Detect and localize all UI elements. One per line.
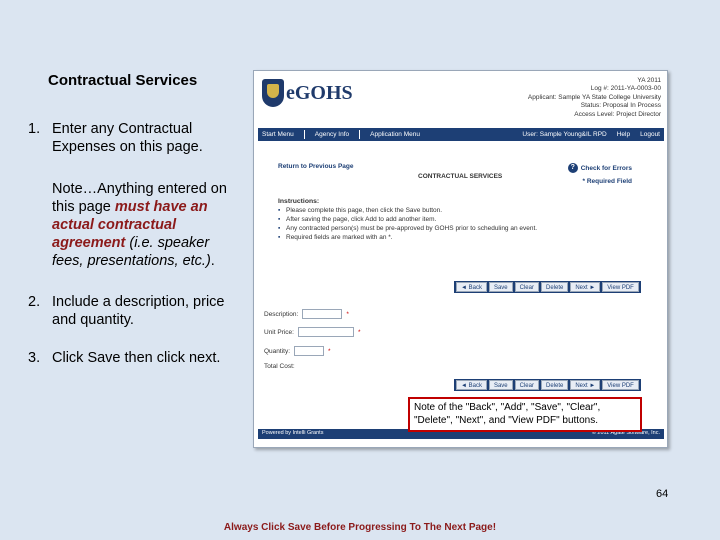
description-select[interactable] — [302, 309, 343, 319]
step-1: 1. Enter any Contractual Expenses on thi… — [28, 120, 252, 156]
slide-title: Contractual Services — [48, 72, 198, 89]
next-button[interactable]: Next ► — [570, 380, 601, 390]
check-errors-link[interactable]: ? Check for Errors — [567, 163, 632, 173]
step-2: 2. Include a description, price and quan… — [28, 293, 252, 329]
top-toolbar: ◄ Back Save Clear Delete Next ► View PDF — [454, 281, 641, 293]
note-end: . — [210, 253, 215, 269]
nav-user: User: Sample Young&IL RPD — [522, 131, 607, 138]
user-info: YA 2011 Log #: 2011-YA-0003-00 Applicant… — [528, 77, 661, 119]
next-button[interactable]: Next ► — [570, 282, 601, 292]
return-link[interactable]: Return to Previous Page — [278, 163, 354, 170]
view-pdf-button[interactable]: View PDF — [602, 380, 639, 390]
info-line: YA 2011 — [637, 77, 661, 84]
check-errors-label: Check for Errors — [580, 164, 632, 172]
nav-start-menu[interactable]: Start Menu — [262, 131, 294, 138]
delete-button[interactable]: Delete — [540, 380, 569, 390]
nav-separator — [303, 130, 305, 139]
egohs-logo: eGOHS — [262, 79, 353, 107]
nav-application-menu[interactable]: Application Menu — [370, 131, 420, 138]
save-reminder: Always Click Save Before Progressing To … — [223, 522, 497, 533]
info-line: Log #: 2011-YA-0003-00 — [590, 85, 661, 93]
step-text: Enter any Contractual Expenses on this p… — [52, 121, 203, 155]
step-number: 2. — [28, 294, 41, 310]
contract-note: Note…Anything entered on this page must … — [52, 180, 242, 270]
step-3: 3. Click Save then click next. — [28, 349, 272, 367]
total-cost-label: Total Cost: — [264, 363, 295, 370]
bottom-toolbar: ◄ Back Save Clear Delete Next ► View PDF — [454, 379, 641, 391]
page-number: 64 — [656, 488, 669, 500]
description-row: Description: * — [264, 309, 349, 319]
info-line: Status: Proposal In Process — [580, 102, 661, 110]
page-heading: CONTRACTUAL SERVICES — [418, 173, 503, 180]
instruction-item: Required fields are marked with an *. — [278, 233, 537, 242]
step-text: Include a description, price and quantit… — [52, 294, 225, 328]
app-header: eGOHS YA 2011 Log #: 2011-YA-0003-00 App… — [254, 71, 667, 127]
total-cost-row: Total Cost: — [264, 363, 295, 370]
nav-logout[interactable]: Logout — [640, 131, 660, 138]
view-pdf-button[interactable]: View PDF — [602, 282, 639, 292]
step-text: Click Save then click next. — [52, 350, 221, 366]
instruction-item: Please complete this page, then click th… — [278, 206, 537, 215]
info-line: Access Level: Project Director — [574, 110, 661, 118]
description-label: Description: — [264, 310, 299, 318]
quantity-label: Quantity: — [264, 347, 291, 355]
clear-button[interactable]: Clear — [514, 380, 539, 390]
nav-agency-info[interactable]: Agency Info — [315, 131, 349, 138]
step-number: 1. — [28, 121, 41, 137]
save-button[interactable]: Save — [488, 380, 513, 390]
back-button[interactable]: ◄ Back — [456, 282, 487, 292]
unit-price-input[interactable] — [297, 327, 354, 337]
instruction-item: Any contracted person(s) must be pre-app… — [278, 224, 537, 233]
save-button[interactable]: Save — [488, 282, 513, 292]
back-button[interactable]: ◄ Back — [456, 380, 487, 390]
step-number: 3. — [28, 350, 41, 366]
nav-help[interactable]: Help — [617, 131, 630, 138]
shield-icon — [262, 79, 284, 107]
instructions: Instructions: Please complete this page,… — [278, 197, 537, 242]
instructions-title: Instructions: — [278, 198, 320, 205]
buttons-callout: Note of the "Back", "Add", "Save", "Clea… — [408, 397, 642, 432]
delete-button[interactable]: Delete — [540, 282, 569, 292]
quantity-input[interactable] — [294, 346, 325, 356]
instruction-item: After saving the page, click Add to add … — [278, 215, 537, 224]
logo-text: eGOHS — [286, 81, 353, 104]
quantity-row: Quantity: * — [264, 346, 331, 356]
unit-price-label: Unit Price: — [264, 328, 294, 336]
app-screenshot: eGOHS YA 2011 Log #: 2011-YA-0003-00 App… — [253, 70, 668, 448]
clear-button[interactable]: Clear — [514, 282, 539, 292]
footer-powered-by: Powered by Intelli Grants — [262, 430, 324, 436]
unit-price-row: Unit Price: * — [264, 327, 361, 337]
nav-bar: Start Menu Agency Info Application Menu … — [258, 128, 664, 141]
required-field-legend: * Required Field — [582, 178, 632, 185]
question-icon: ? — [567, 163, 578, 173]
info-line: Applicant: Sample YA State College Unive… — [527, 93, 661, 101]
nav-separator — [359, 130, 361, 139]
